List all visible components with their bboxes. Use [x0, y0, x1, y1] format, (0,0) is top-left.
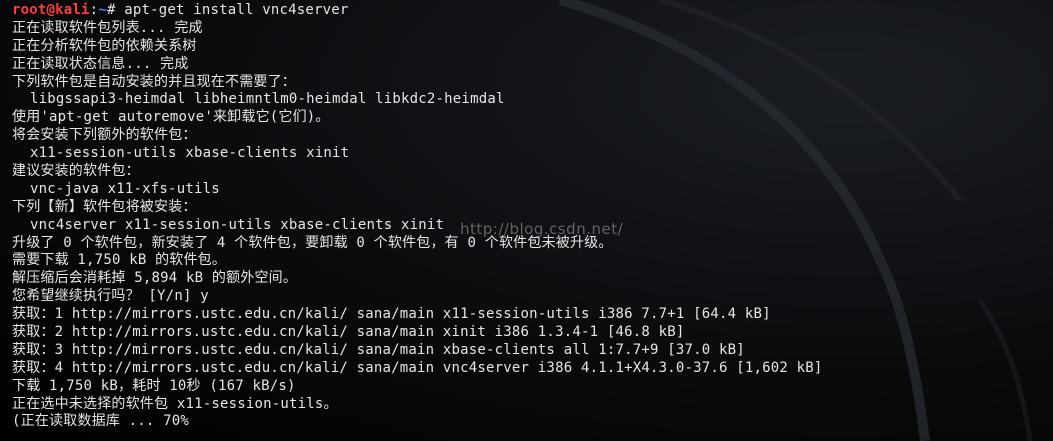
package-list-line: vnc-java x11-xfs-utils — [30, 180, 220, 197]
terminal-window[interactable]: root@kali:~# apt-get install vnc4server … — [0, 0, 1053, 441]
progress-line: (正在读取数据库 ... 70% — [12, 413, 190, 430]
output-line: 下列软件包是自动安装的并且现在不需要了： — [12, 73, 296, 90]
output-line: 正在读取软件包列表... 完成 — [12, 19, 203, 36]
prompt-path: ~ — [98, 2, 107, 18]
output-line: 正在读取状态信息... 完成 — [12, 55, 189, 72]
terminal-output: root@kali:~# apt-get install vnc4server … — [12, 2, 1053, 431]
output-line: 建议安装的软件包： — [12, 163, 140, 180]
package-list-line: x11-session-utils xbase-clients xinit — [30, 145, 350, 162]
package-list-line: libgssapi3-heimdal libheimntlm0-heimdal … — [30, 91, 505, 108]
output-line: 正在选中未选择的软件包 x11-session-utils。 — [12, 395, 338, 412]
output-line: 需要下载 1,750 kB 的软件包。 — [12, 252, 227, 269]
output-line: 将会安装下列额外的软件包： — [12, 127, 197, 144]
output-line: 下载 1,750 kB，耗时 10秒 (167 kB/s) — [12, 377, 296, 394]
prompt-symbol: # — [106, 2, 125, 18]
fetch-line: 获取：3 http://mirrors.ustc.edu.cn/kali/ sa… — [12, 341, 745, 358]
confirm-line: 您希望继续执行吗？ [Y/n] y — [12, 288, 209, 305]
prompt-command: apt-get install vnc4server — [124, 2, 349, 18]
output-line: 下列【新】软件包将被安装： — [12, 198, 197, 215]
fetch-line: 获取：2 http://mirrors.ustc.edu.cn/kali/ sa… — [12, 324, 685, 341]
prompt-user-host: root@kali — [12, 2, 90, 18]
blog-watermark: http://blog.csdn.net/ — [460, 220, 624, 238]
fetch-line: 获取：1 http://mirrors.ustc.edu.cn/kali/ sa… — [12, 306, 771, 323]
output-line: 解压缩后会消耗掉 5,894 kB 的额外空间。 — [12, 270, 298, 287]
output-line: 正在分析软件包的依赖关系树 — [12, 37, 197, 54]
command-prompt-line: root@kali:~# apt-get install vnc4server — [12, 2, 1053, 20]
output-line: 使用'apt-get autoremove'来卸载它(它们)。 — [12, 109, 330, 126]
fetch-line: 获取：4 http://mirrors.ustc.edu.cn/kali/ sa… — [12, 359, 823, 376]
